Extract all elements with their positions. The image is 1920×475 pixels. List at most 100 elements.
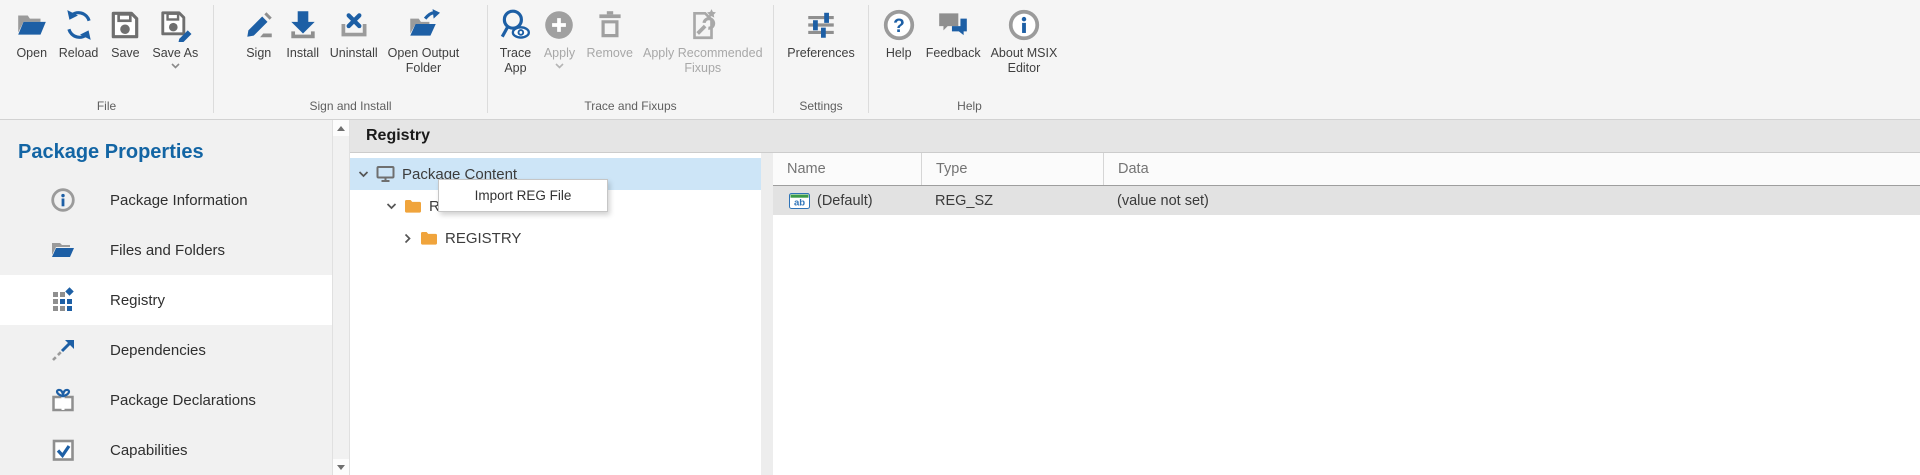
open-button[interactable]: Open	[10, 7, 54, 62]
scroll-down-arrow-icon[interactable]	[333, 459, 349, 475]
apply-icon	[542, 8, 576, 42]
save-button-label: Save	[111, 46, 140, 61]
save-icon	[108, 8, 142, 42]
save-as-icon	[158, 8, 192, 42]
fixups-icon	[686, 8, 720, 42]
ribbon-group-label-help: Help	[869, 96, 1070, 119]
trace-app-button[interactable]: Trace App	[493, 7, 537, 77]
ribbon-group-label-file: File	[0, 96, 213, 119]
sidebar-item-label: Files and Folders	[110, 242, 225, 259]
preferences-icon	[804, 8, 838, 42]
open-output-folder-button-label: Open Output Folder	[388, 46, 460, 76]
chevron-down-icon	[171, 63, 180, 69]
ribbon-group-label-settings: Settings	[774, 96, 868, 119]
save-as-button[interactable]: Save As	[147, 7, 203, 70]
sidebar-item-dependencies[interactable]: Dependencies	[0, 325, 332, 375]
folder-icon	[420, 231, 438, 245]
ribbon-group-sign-install: Sign Install Uninstall Open Output Folde…	[214, 0, 487, 119]
column-header-type[interactable]: Type	[921, 153, 1103, 185]
about-msix-editor-button[interactable]: About MSIX Editor	[986, 7, 1063, 77]
chevron-right-icon[interactable]	[402, 233, 413, 244]
declarations-icon	[50, 387, 76, 413]
open-output-folder-icon	[406, 8, 440, 42]
sidebar: Package Properties Package Information F…	[0, 120, 332, 475]
remove-button-label: Remove	[586, 46, 633, 61]
ribbon-group-help: ? Help Feedback About MSIX Editor Help	[869, 0, 1070, 119]
svg-text:?: ?	[893, 16, 905, 37]
preferences-button[interactable]: Preferences	[782, 7, 859, 62]
open-icon	[15, 8, 49, 42]
save-button[interactable]: Save	[103, 7, 147, 62]
ribbon-toolbar: Open Reload Save Save As File Sign	[0, 0, 1920, 120]
folders-icon	[50, 237, 76, 263]
table-row-default-value[interactable]: ab (Default) REG_SZ (value not set)	[773, 186, 1920, 215]
page-title: Registry	[350, 120, 1920, 153]
about-icon	[1007, 8, 1041, 42]
uninstall-button-label: Uninstall	[330, 46, 378, 61]
feedback-icon	[936, 8, 970, 42]
scroll-up-arrow-icon[interactable]	[333, 120, 349, 136]
ribbon-group-file: Open Reload Save Save As File	[0, 0, 213, 119]
context-menu: Import REG File	[438, 179, 608, 212]
reload-button[interactable]: Reload	[54, 7, 104, 62]
apply-button-label: Apply	[544, 46, 575, 61]
chevron-down-icon	[555, 63, 564, 69]
save-as-button-label: Save As	[152, 46, 198, 61]
apply-button[interactable]: Apply	[537, 7, 581, 70]
sign-icon	[242, 8, 276, 42]
registry-icon	[50, 287, 76, 313]
main-panel: Registry Package Content ROOT REGISTRY	[350, 120, 1920, 475]
help-button[interactable]: ? Help	[877, 7, 921, 62]
remove-icon	[593, 8, 627, 42]
tree-item-registry[interactable]: REGISTRY	[350, 222, 761, 254]
column-header-data[interactable]: Data	[1103, 153, 1920, 185]
sidebar-item-files-and-folders[interactable]: Files and Folders	[0, 225, 332, 275]
about-msix-editor-button-label: About MSIX Editor	[991, 46, 1058, 76]
trace-app-icon	[498, 8, 532, 42]
uninstall-button[interactable]: Uninstall	[325, 7, 383, 62]
sign-button-label: Sign	[246, 46, 271, 61]
sign-button[interactable]: Sign	[237, 7, 281, 62]
registry-values-grid: Name Type Data ab (Default) REG_SZ (valu…	[773, 153, 1920, 475]
feedback-button-label: Feedback	[926, 46, 981, 61]
tree-grid-splitter[interactable]	[761, 153, 773, 475]
column-header-name[interactable]: Name	[773, 153, 921, 185]
context-menu-item-import-reg-file[interactable]: Import REG File	[439, 180, 607, 211]
reload-icon	[62, 8, 96, 42]
chevron-down-icon[interactable]	[358, 169, 369, 180]
uninstall-icon	[337, 8, 371, 42]
reload-button-label: Reload	[59, 46, 99, 61]
remove-button[interactable]: Remove	[581, 7, 638, 62]
sidebar-item-package-declarations[interactable]: Package Declarations	[0, 375, 332, 425]
ribbon-group-trace-fixups: Trace App Apply Remove Apply Recommended…	[488, 0, 773, 119]
sidebar-item-package-information[interactable]: Package Information	[0, 175, 332, 225]
sidebar-scrollbar[interactable]	[332, 120, 350, 475]
feedback-button[interactable]: Feedback	[921, 7, 986, 62]
grid-header: Name Type Data	[773, 153, 1920, 186]
registry-editor-body: Package Content ROOT REGISTRY Import REG…	[350, 153, 1920, 475]
help-icon: ?	[882, 8, 916, 42]
folder-icon	[404, 199, 422, 213]
sidebar-item-label: Package Information	[110, 192, 248, 209]
scrollbar-thumb[interactable]	[333, 136, 349, 459]
svg-text:ab: ab	[794, 197, 805, 208]
value-name: (Default)	[817, 193, 873, 209]
dependencies-icon	[50, 337, 76, 363]
info-icon	[50, 187, 76, 213]
chevron-down-icon[interactable]	[386, 201, 397, 212]
value-data: (value not set)	[1117, 193, 1209, 209]
sidebar-title: Package Properties	[0, 120, 332, 175]
install-button[interactable]: Install	[281, 7, 325, 62]
apply-recommended-fixups-button-label: Apply Recommended Fixups	[643, 46, 763, 76]
sidebar-item-label: Dependencies	[110, 342, 206, 359]
help-button-label: Help	[886, 46, 912, 61]
sidebar-item-label: Registry	[110, 292, 165, 309]
open-button-label: Open	[16, 46, 47, 61]
sidebar-item-capabilities[interactable]: Capabilities	[0, 425, 332, 475]
apply-recommended-fixups-button[interactable]: Apply Recommended Fixups	[638, 7, 768, 77]
computer-icon	[376, 165, 395, 183]
sidebar-item-registry[interactable]: Registry	[0, 275, 332, 325]
sidebar-item-label: Package Declarations	[110, 392, 256, 409]
open-output-folder-button[interactable]: Open Output Folder	[383, 7, 465, 77]
ribbon-group-label-trace-fixups: Trace and Fixups	[488, 96, 773, 119]
